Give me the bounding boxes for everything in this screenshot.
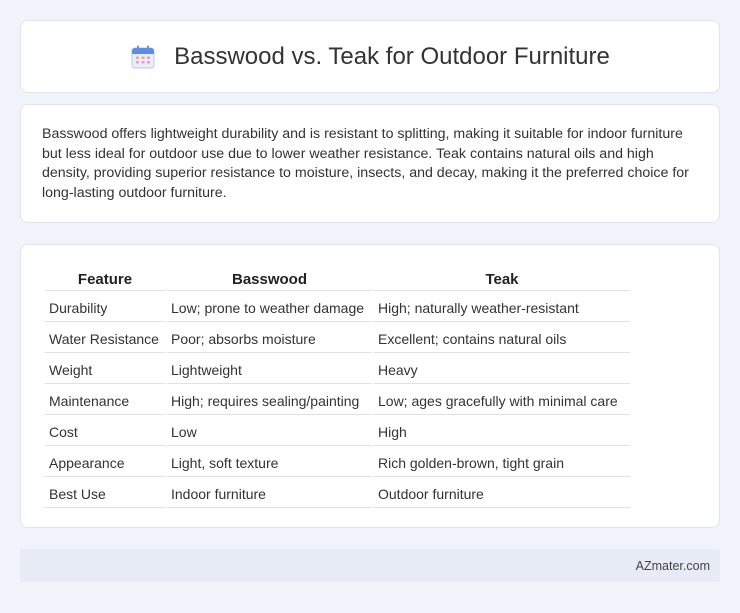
page-title: Basswood vs. Teak for Outdoor Furniture: [174, 42, 610, 70]
table-header-row: Feature Basswood Teak: [45, 267, 630, 291]
teak-cell: Heavy: [374, 355, 630, 384]
teak-cell: Outdoor furniture: [374, 479, 630, 508]
comparison-table: Feature Basswood Teak Durability Low; pr…: [43, 265, 632, 510]
feature-cell: Best Use: [45, 479, 165, 508]
teak-cell: High; naturally weather-resistant: [374, 293, 630, 322]
header-teak: Teak: [374, 267, 630, 291]
title-wrap: Basswood vs. Teak for Outdoor Furniture: [130, 43, 610, 71]
comparison-table-card: Feature Basswood Teak Durability Low; pr…: [20, 244, 720, 528]
feature-cell: Cost: [45, 417, 165, 446]
teak-cell: Rich golden-brown, tight grain: [374, 448, 630, 477]
basswood-cell: High; requires sealing/painting: [167, 386, 372, 415]
basswood-cell: Indoor furniture: [167, 479, 372, 508]
calendar-icon: [130, 44, 156, 70]
teak-cell: Excellent; contains natural oils: [374, 324, 630, 353]
description-text: Basswood offers lightweight durability a…: [42, 126, 689, 201]
description-card: Basswood offers lightweight durability a…: [20, 104, 720, 223]
feature-cell: Durability: [45, 293, 165, 322]
teak-cell: Low; ages gracefully with minimal care: [374, 386, 630, 415]
footer-brand[interactable]: AZmater.com: [636, 559, 710, 573]
table-row: Cost Low High: [45, 417, 630, 446]
table-row: Durability Low; prone to weather damage …: [45, 293, 630, 322]
basswood-cell: Low; prone to weather damage: [167, 293, 372, 322]
table-row: Water Resistance Poor; absorbs moisture …: [45, 324, 630, 353]
feature-cell: Weight: [45, 355, 165, 384]
header-basswood: Basswood: [167, 267, 372, 291]
table-row: Best Use Indoor furniture Outdoor furnit…: [45, 479, 630, 508]
teak-cell: High: [374, 417, 630, 446]
feature-cell: Appearance: [45, 448, 165, 477]
table-row: Weight Lightweight Heavy: [45, 355, 630, 384]
feature-cell: Maintenance: [45, 386, 165, 415]
basswood-cell: Low: [167, 417, 372, 446]
feature-cell: Water Resistance: [45, 324, 165, 353]
header-card: Basswood vs. Teak for Outdoor Furniture: [20, 20, 720, 93]
table-row: Appearance Light, soft texture Rich gold…: [45, 448, 630, 477]
basswood-cell: Poor; absorbs moisture: [167, 324, 372, 353]
header-feature: Feature: [45, 267, 165, 291]
basswood-cell: Light, soft texture: [167, 448, 372, 477]
basswood-cell: Lightweight: [167, 355, 372, 384]
footer-bar: AZmater.com: [20, 549, 720, 582]
table-row: Maintenance High; requires sealing/paint…: [45, 386, 630, 415]
